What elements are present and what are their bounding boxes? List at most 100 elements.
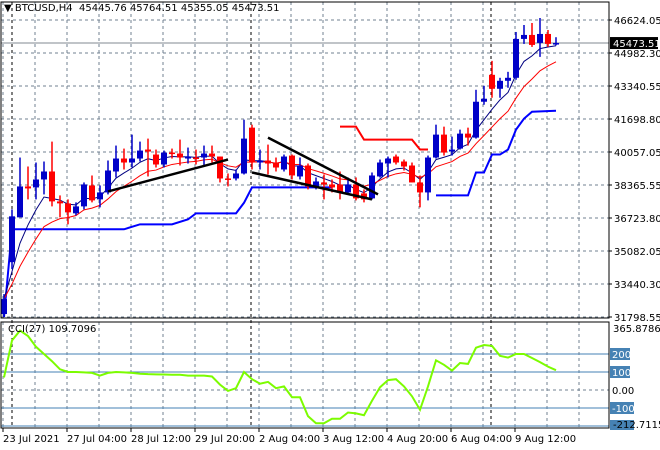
time-label: 9 Aug 12:00 — [515, 434, 576, 445]
candle-bull — [369, 175, 375, 199]
stop-line-lower — [3, 186, 332, 318]
candle-bear — [409, 165, 415, 183]
price-label: 31798.55 — [614, 313, 660, 324]
cci-line — [3, 329, 557, 425]
candle-bear — [465, 133, 471, 138]
candle-bear — [65, 203, 71, 213]
time-label: 3 Aug 12:00 — [323, 434, 384, 445]
candle-bear — [529, 34, 535, 45]
cci-axis: 365.8786 200 100 0.00 -100 -212.7115 — [610, 324, 660, 431]
cci-level-label: 200 — [612, 350, 631, 361]
candle-bear — [489, 74, 495, 89]
candle-bear — [121, 158, 127, 163]
current-price-label: 45473.51 — [613, 39, 660, 50]
candle-bull — [345, 184, 351, 193]
candle-bull — [297, 165, 303, 177]
cci-panel-frame — [0, 321, 610, 429]
candle-bear — [273, 162, 279, 168]
candle-bear — [153, 154, 159, 165]
candle-bull — [129, 158, 135, 163]
cci-level-label: 0.00 — [612, 386, 634, 397]
time-label: 29 Jul 20:00 — [195, 434, 255, 445]
candle-bear — [393, 156, 399, 163]
cci-label: CCI(27) 109.7096 — [8, 324, 96, 335]
candle-bear — [169, 152, 175, 155]
candle-bear — [193, 157, 199, 160]
candle-bull — [457, 133, 463, 149]
candle-bull — [137, 150, 143, 159]
cci-value: 109.7096 — [48, 324, 97, 335]
price-label: 46624.05 — [614, 16, 660, 27]
candle-bull — [105, 170, 111, 193]
stop-lines — [3, 109, 557, 318]
price-label: 41698.80 — [614, 115, 660, 126]
chart-canvas[interactable]: 46624.05 44982.30 43340.55 41698.80 40057.05… — [0, 0, 660, 450]
moving-averages — [3, 45, 557, 300]
price-label: 38365.55 — [614, 181, 660, 192]
candle-bull — [521, 34, 527, 39]
time-label: 4 Aug 20:00 — [387, 434, 448, 445]
candle-bull — [241, 138, 247, 174]
candle-bear — [441, 134, 447, 153]
candle-bear — [329, 184, 335, 188]
candle-bear — [225, 178, 231, 180]
cci-level-label: -100 — [612, 404, 635, 415]
candle-bear — [177, 153, 183, 158]
price-label: 36723.80 — [614, 214, 660, 225]
candle-bear — [401, 161, 407, 167]
price-label: 43340.55 — [614, 82, 660, 93]
ohlc-low: 45355.05 — [180, 3, 229, 14]
candle-bull — [497, 80, 503, 89]
candles — [1, 17, 559, 317]
ohlc-high: 45764.51 — [129, 3, 178, 14]
cci-name: CCI(27) — [8, 324, 46, 335]
candle-bear — [57, 201, 63, 204]
candle-bear — [265, 160, 271, 164]
candle-bull — [257, 160, 263, 163]
time-axis: 23 Jul 2021 27 Jul 04:00 28 Jul 12:00 29 Ju… — [2, 428, 576, 445]
price-label: 35082.05 — [614, 247, 660, 258]
trendline — [107, 158, 229, 193]
ohlc-open: 45445.76 — [79, 3, 127, 14]
cci-level-label: 100 — [612, 368, 631, 379]
candle-bull — [473, 101, 479, 138]
candle-bull — [233, 173, 239, 179]
candle-bull — [41, 171, 47, 180]
candle-bear — [145, 149, 151, 152]
cci-series — [3, 329, 557, 425]
candle-bull — [201, 153, 207, 158]
price-label: 33440.30 — [614, 280, 660, 291]
time-label: 2 Aug 04:00 — [259, 434, 320, 445]
candle-bull — [97, 192, 103, 200]
candle-bull — [161, 152, 167, 165]
price-axis: 46624.05 44982.30 43340.55 41698.80 40057.05… — [609, 16, 660, 324]
candle-bear — [49, 171, 55, 202]
candle-bull — [537, 33, 543, 43]
candle-bull — [377, 162, 383, 177]
ohlc-close: 45473.51 — [231, 3, 280, 14]
time-label: 23 Jul 2021 — [3, 434, 60, 445]
candle-bear — [321, 182, 327, 185]
candle-bear — [545, 33, 551, 44]
candle-bull — [17, 186, 23, 218]
candle-bear — [417, 182, 423, 193]
collapse-triangle-icon[interactable]: ▼ — [4, 3, 15, 14]
candle-bull — [185, 156, 191, 159]
candle-bear — [289, 155, 295, 176]
candle-bull — [513, 38, 519, 78]
candle-bull — [553, 43, 559, 45]
candle-bear — [25, 186, 31, 189]
time-label: 27 Jul 04:00 — [67, 434, 127, 445]
cci-levels — [1, 353, 609, 427]
candle-bull — [505, 77, 511, 81]
stop-line-upper — [340, 125, 428, 151]
candle-bear — [89, 185, 95, 201]
time-label: 6 Aug 04:00 — [451, 434, 512, 445]
price-label: 40057.05 — [614, 148, 660, 159]
time-label: 28 Jul 12:00 — [131, 434, 191, 445]
candle-bull — [281, 156, 287, 170]
symbol-label: BTCUSD,H4 — [14, 3, 73, 14]
candle-bear — [209, 153, 215, 157]
candle-bull — [81, 184, 87, 207]
candle-bull — [449, 149, 455, 152]
